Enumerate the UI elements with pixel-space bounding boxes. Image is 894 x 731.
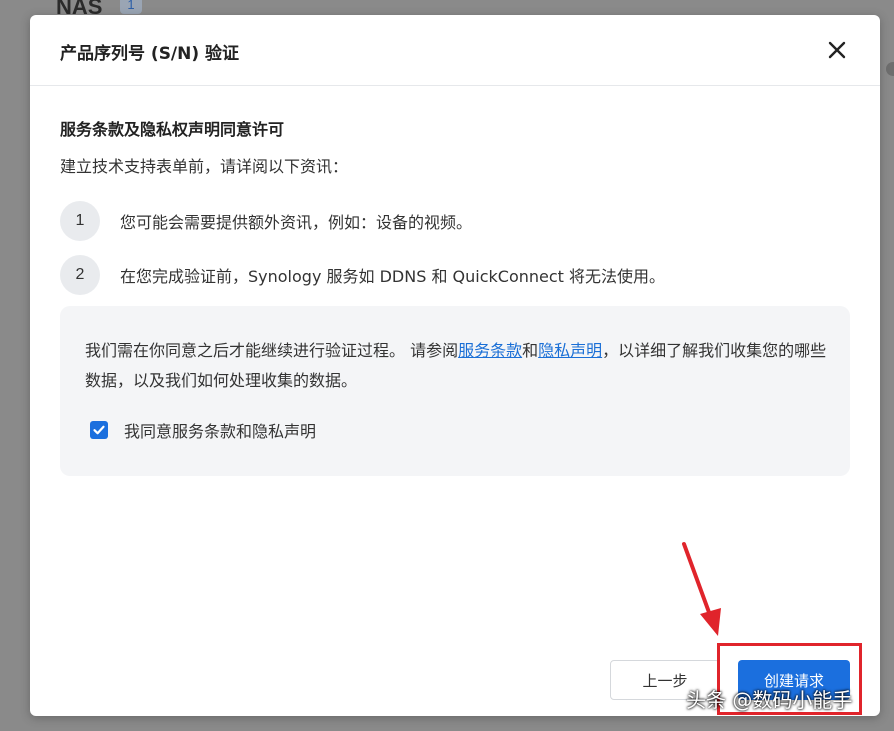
watermark-text: 头条 @数码小能手 [686, 688, 853, 712]
step-text: 您可能会需要提供额外资讯，例如：设备的视频。 [120, 213, 473, 232]
agree-checkbox-row[interactable]: 我同意服务条款和隐私声明 [90, 418, 316, 442]
step-item: 2 在您完成验证前，Synology 服务如 DDNS 和 QuickConne… [60, 255, 665, 295]
consent-and: 和 [522, 341, 539, 360]
agree-checkbox-label[interactable]: 我同意服务条款和隐私声明 [124, 418, 316, 442]
background-scroll-knob [886, 62, 894, 76]
agree-checkbox[interactable] [90, 421, 108, 439]
section-title: 服务条款及隐私权声明同意许可 [60, 120, 285, 139]
privacy-statement-link[interactable]: 隐私声明 [538, 341, 602, 360]
consent-text: 我们需在你同意之后才能继续进行验证过程。 请参阅服务条款和隐私声明，以详细了解我… [85, 336, 830, 396]
intro-text: 建立技术支持表单前，请详阅以下资讯： [60, 157, 349, 176]
dialog-header: 产品序列号 (S/N) 验证 [30, 15, 880, 86]
step-number-badge: 1 [60, 201, 100, 241]
terms-of-service-link[interactable]: 服务条款 [458, 341, 522, 360]
background-count-badge: 1 [120, 0, 142, 14]
checkmark-icon [93, 425, 105, 435]
sn-verification-dialog: 产品序列号 (S/N) 验证 服务条款及隐私权声明同意许可 建立技术支持表单前，… [30, 15, 880, 716]
step-text: 在您完成验证前，Synology 服务如 DDNS 和 QuickConnect… [120, 267, 666, 286]
close-button[interactable] [828, 41, 846, 59]
consent-text-before: 我们需在你同意之后才能继续进行验证过程。 请参阅 [85, 341, 459, 360]
step-number-badge: 2 [60, 255, 100, 295]
consent-panel: 我们需在你同意之后才能继续进行验证过程。 请参阅服务条款和隐私声明，以详细了解我… [60, 306, 850, 476]
close-icon [828, 41, 846, 59]
dialog-title: 产品序列号 (S/N) 验证 [60, 44, 240, 64]
step-item: 1 您可能会需要提供额外资讯，例如：设备的视频。 [60, 201, 472, 241]
